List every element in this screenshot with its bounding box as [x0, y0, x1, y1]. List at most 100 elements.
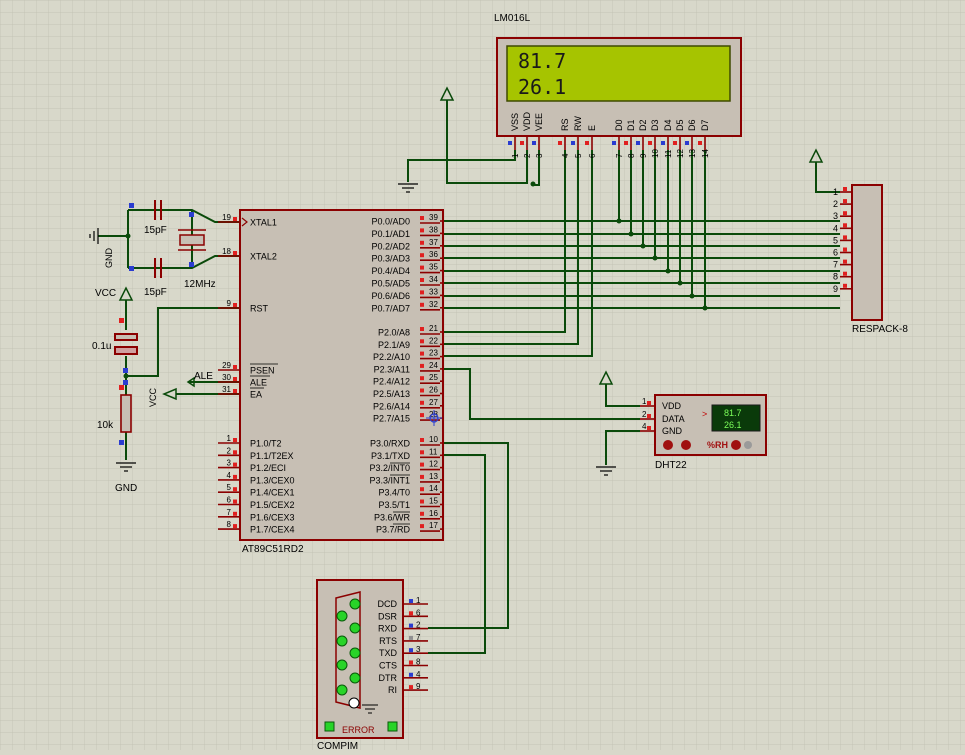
mcu-pin-marker[interactable] — [233, 217, 237, 221]
mcu-pin-marker[interactable] — [233, 462, 237, 467]
mcu-pin-marker[interactable] — [233, 450, 237, 455]
mcu-pin-number: 13 — [429, 472, 438, 481]
mcu-pin-marker[interactable] — [233, 251, 237, 255]
dht-pin-marker[interactable] — [647, 401, 651, 405]
mcu-pin-marker[interactable] — [420, 253, 424, 258]
compim-pin-marker[interactable] — [409, 685, 413, 690]
mcu-pin-marker[interactable] — [420, 388, 424, 393]
mcu-pin-marker[interactable] — [420, 351, 424, 356]
lcd-pin-marker[interactable] — [648, 141, 652, 145]
lcd-pin-marker[interactable] — [661, 141, 665, 145]
mcu-pin-marker[interactable] — [420, 363, 424, 368]
dht-pin-marker[interactable] — [647, 414, 651, 418]
compim-title: COMPIM — [317, 741, 358, 750]
mcu-pin-marker[interactable] — [233, 303, 237, 307]
mcu-pin-number: 3 — [227, 459, 232, 468]
mcu-pin-marker[interactable] — [420, 462, 424, 467]
compim-pin-name: CTS — [379, 661, 397, 671]
mcu-pin-marker[interactable] — [420, 302, 424, 307]
mcu-pin-name: P1.0/T2 — [250, 439, 282, 449]
mcu-pin-name: P0.2/AD2 — [371, 241, 410, 251]
compim-pin-marker[interactable] — [409, 611, 413, 616]
mcu-pin-marker[interactable] — [420, 487, 424, 492]
mcu-pin-marker[interactable] — [420, 290, 424, 295]
mcu-pin-marker[interactable] — [420, 228, 424, 233]
mcu-pin-marker[interactable] — [420, 265, 424, 270]
lcd-pin-marker[interactable] — [508, 141, 512, 145]
dht-up-icon[interactable] — [681, 440, 691, 450]
respack-pin-marker[interactable] — [843, 271, 847, 276]
lcd-pin-marker[interactable] — [636, 141, 640, 145]
lcd-pin-marker[interactable] — [698, 141, 702, 145]
mcu-pin-marker[interactable] — [233, 377, 237, 381]
mcu-pin-marker[interactable] — [233, 389, 237, 393]
mcu-pin-marker[interactable] — [420, 511, 424, 516]
mcu-pin-marker[interactable] — [420, 400, 424, 405]
respack-pin-marker[interactable] — [843, 235, 847, 240]
dht-hum-down-icon[interactable] — [731, 440, 741, 450]
compim-pin-marker[interactable] — [409, 672, 413, 677]
lcd-pin-number: 2 — [523, 153, 532, 158]
mcu-pin-marker[interactable] — [233, 438, 237, 442]
lcd-pin-number: 4 — [561, 153, 570, 158]
mcu-pin-marker[interactable] — [420, 413, 424, 418]
lcd-pin-marker[interactable] — [532, 141, 536, 145]
mcu-pin-marker[interactable] — [233, 474, 237, 479]
lcd-pin-marker[interactable] — [685, 141, 689, 145]
respack-pin-marker[interactable] — [843, 247, 847, 252]
pin-marker — [119, 385, 124, 390]
respack-pin-marker[interactable] — [843, 211, 847, 216]
compim-pin-number: 4 — [416, 670, 421, 679]
dht-pin-marker[interactable] — [647, 426, 651, 430]
lcd-pin-marker[interactable] — [520, 141, 524, 145]
mcu-pin-marker[interactable] — [233, 499, 237, 504]
lcd-pin-marker[interactable] — [571, 141, 575, 145]
lcd-pin-marker[interactable] — [558, 141, 562, 145]
dht-down-icon[interactable] — [663, 440, 673, 450]
dht-hum-up-icon[interactable] — [744, 441, 752, 449]
mcu-pin-marker[interactable] — [233, 365, 237, 369]
mcu-pin-marker[interactable] — [420, 339, 424, 344]
mcu-pin-marker[interactable] — [420, 499, 424, 504]
respack-pin-marker[interactable] — [843, 187, 847, 191]
compim-led-icon — [349, 598, 361, 610]
mcu-pin-marker[interactable] — [420, 474, 424, 479]
mcu-pin-marker[interactable] — [420, 524, 424, 529]
mcu-pin-number: 29 — [222, 361, 231, 370]
mcu-pin-marker[interactable] — [420, 376, 424, 381]
compim-pin-marker[interactable] — [409, 660, 413, 665]
mcu-pin-marker[interactable] — [420, 216, 424, 220]
compim-pin-marker[interactable] — [409, 635, 413, 640]
mcu-pin-name: P1.5/CEX2 — [250, 500, 295, 510]
lcd-title: LM016L — [494, 13, 531, 24]
lcd-pin-marker[interactable] — [585, 141, 589, 145]
compim-pin-marker[interactable] — [409, 623, 413, 628]
mcu-at89c51rd2[interactable]: AT89C51RD2 XTAL119XTAL218RST9PSEN29ALE30… — [218, 209, 444, 555]
mcu-pin-name: P0.1/AD1 — [371, 229, 410, 239]
dht-pin-number: 4 — [642, 422, 647, 431]
lcd-pin-name: D2 — [638, 119, 648, 131]
schematic-canvas[interactable]: LM016L 81.7 26.1 VSS 1 VDD 2 VEE 3 RS 4 RW 5 E 6 D0 7… — [0, 0, 965, 752]
mcu-pin-marker[interactable] — [233, 487, 237, 492]
respack-pin-number: 6 — [833, 248, 838, 258]
respack-pin-marker[interactable] — [843, 259, 847, 264]
resistor-icon[interactable] — [120, 394, 132, 433]
respack-pin-marker[interactable] — [843, 283, 847, 288]
ale-label: ALE — [194, 371, 213, 382]
mcu-pin-marker[interactable] — [420, 438, 424, 442]
mcu-pin-marker[interactable] — [420, 327, 424, 331]
mcu-pin-number: 33 — [429, 287, 438, 296]
mcu-pin-marker[interactable] — [233, 524, 237, 529]
respack-pin-marker[interactable] — [843, 199, 847, 204]
lcd-pin-marker[interactable] — [673, 141, 677, 145]
mcu-pin-marker[interactable] — [420, 450, 424, 455]
respack-pin-marker[interactable] — [843, 223, 847, 228]
lcd-pin-marker[interactable] — [612, 141, 616, 145]
lcd-pin-marker[interactable] — [624, 141, 628, 145]
compim-pin-marker[interactable] — [409, 599, 413, 603]
compim-pin-marker[interactable] — [409, 648, 413, 653]
mcu-pin-number: 10 — [429, 435, 438, 444]
mcu-pin-marker[interactable] — [233, 511, 237, 516]
mcu-pin-marker[interactable] — [420, 278, 424, 282]
mcu-pin-marker[interactable] — [420, 240, 424, 245]
